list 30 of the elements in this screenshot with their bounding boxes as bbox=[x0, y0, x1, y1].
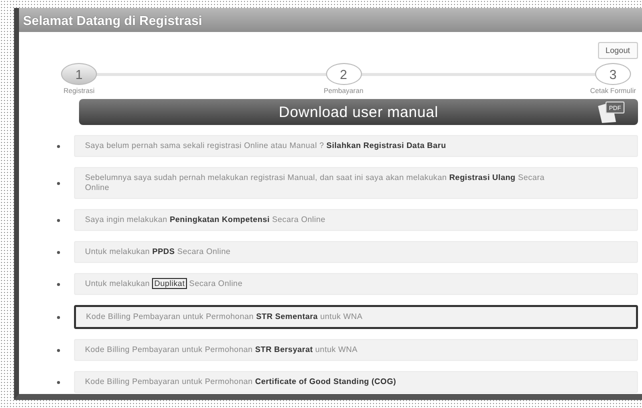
option-text: Saya ingin melakukan Peningkatan Kompetensi Secara Online bbox=[85, 215, 326, 225]
option-text: Kode Billing Pembayaran untuk Permohonan Certificate of Good Standing (COG) bbox=[85, 377, 398, 387]
option-text: Untuk melakukan Duplikat Secara Online bbox=[85, 279, 244, 289]
option-text: Untuk melakukan PPDS Secara Online bbox=[85, 247, 232, 257]
option-item[interactable]: Kode Billing Pembayaran untuk Permohonan STR Bersyarat untuk WNA bbox=[74, 339, 638, 361]
option-item[interactable]: Saya ingin melakukan Peningkatan Kompetensi Secara Online bbox=[74, 209, 638, 231]
option-item[interactable]: Kode Billing Pembayaran untuk Permohonan Certificate of Good Standing (COG) bbox=[74, 371, 638, 393]
step-circle: 3 bbox=[595, 63, 632, 85]
bullet-icon bbox=[57, 182, 60, 184]
bullet-icon bbox=[57, 380, 60, 384]
bullet-icon bbox=[57, 144, 60, 148]
logout-button[interactable]: Logout bbox=[598, 42, 638, 59]
bullet-icon bbox=[57, 250, 60, 254]
option-item[interactable]: Kode Billing Pembayaran untuk Permohonan STR Sementara untuk WNA bbox=[74, 305, 638, 329]
bullet-icon bbox=[57, 348, 60, 352]
bullet-icon bbox=[57, 218, 60, 222]
option-item[interactable]: Untuk melakukan Duplikat Secara Online bbox=[74, 273, 638, 295]
option-text: Sebelumnya saya sudah pernah melakukan registrasi Manual, dan saat ini saya akan melakukan Registrasi Ulang Secara Online bbox=[85, 173, 546, 193]
banner-text: Download user manual bbox=[278, 104, 438, 120]
option-item[interactable]: Sebelumnya saya sudah pernah melakukan registrasi Manual, dan saat ini saya akan melakukan Registrasi Ulang Secara Online bbox=[74, 167, 638, 199]
option-item[interactable]: Untuk melakukan PPDS Secara Online bbox=[74, 241, 638, 263]
option-item[interactable]: Saya belum pernah sama sekali registrasi Online atau Manual ? Silahkan Registrasi Data Baru bbox=[74, 135, 638, 157]
option-text: Kode Billing Pembayaran untuk Permohonan STR Sementara untuk WNA bbox=[86, 312, 364, 322]
step-circle: 1 bbox=[61, 63, 97, 85]
step-circle: 2 bbox=[326, 63, 362, 85]
bullet-icon bbox=[57, 316, 60, 318]
window-title: Selamat Datang di Registrasi bbox=[23, 12, 202, 28]
option-text: Kode Billing Pembayaran untuk Permohonan STR Bersyarat untuk WNA bbox=[85, 345, 359, 355]
option-text: Saya belum pernah sama sekali registrasi Online atau Manual ? Silahkan Registrasi Data Baru bbox=[85, 141, 448, 151]
bullet-icon bbox=[57, 282, 60, 286]
